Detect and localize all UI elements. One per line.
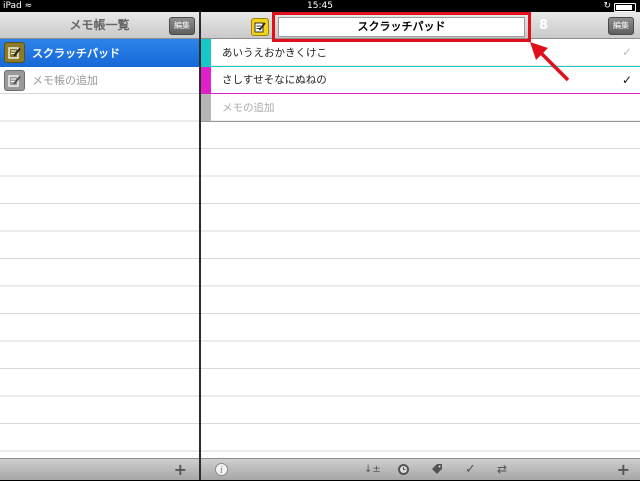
- shuffle-icon[interactable]: ⇄: [497, 461, 507, 478]
- status-right: ↻: [603, 0, 636, 12]
- add-note-row[interactable]: メモの追加: [201, 94, 640, 122]
- check-icon[interactable]: ✓: [465, 461, 476, 478]
- notes-edit-button[interactable]: 編集: [608, 17, 634, 35]
- notepad-item-label: メモ帳の追加: [32, 74, 98, 88]
- notepad-list: スクラッチパッド メモ帳の追加: [0, 39, 199, 458]
- rotation-lock-icon: ↻: [603, 1, 611, 11]
- clock-icon[interactable]: [397, 461, 410, 481]
- tag-icon[interactable]: [431, 461, 443, 480]
- plus-icon[interactable]: +: [174, 461, 187, 478]
- status-time: 15:45: [307, 1, 333, 11]
- add-notepad-icon: [4, 69, 25, 91]
- annotation-arrow: [530, 42, 570, 82]
- notepad-item-scratchpad[interactable]: スクラッチパッド: [0, 39, 199, 67]
- notepad-item-label: スクラッチパッド: [32, 46, 120, 60]
- info-icon[interactable]: i: [215, 461, 228, 481]
- note-color-bar: [201, 66, 211, 93]
- battery-icon: [614, 2, 636, 12]
- notes-toolbar: i ↓± ✓ ⇄ +: [201, 458, 640, 480]
- note-count: 8: [539, 18, 549, 33]
- notepad-icon[interactable]: [251, 18, 269, 36]
- svg-text:i: i: [220, 466, 223, 476]
- note-color-bar: [201, 94, 211, 121]
- highlight-box: [272, 12, 531, 42]
- sidebar-edit-button[interactable]: 編集: [169, 17, 195, 35]
- check-icon[interactable]: ✓: [620, 73, 634, 87]
- plus-icon[interactable]: +: [617, 461, 630, 478]
- status-bar: iPad ≈ 15:45 ↻: [0, 0, 640, 12]
- sort-icon[interactable]: ↓±: [364, 461, 381, 478]
- notes-list: あいうえおかきくけこ ✓ さしすせそなにぬねの ✓ メモの追加: [201, 39, 640, 458]
- sidebar-toolbar: +: [0, 458, 199, 480]
- notes-navbar: スクラッチパッド 8 編集: [201, 12, 640, 42]
- sidebar-navbar: メモ帳一覧 編集: [0, 12, 199, 39]
- notepad-item-add[interactable]: メモ帳の追加: [0, 67, 199, 95]
- check-icon[interactable]: ✓: [620, 45, 634, 59]
- notepad-icon: [4, 42, 25, 64]
- notepad-list-pane: メモ帳一覧 編集 スクラッチパッド メモ帳の追加 +: [0, 12, 199, 480]
- note-color-bar: [201, 39, 211, 66]
- add-note-placeholder: メモの追加: [222, 101, 275, 114]
